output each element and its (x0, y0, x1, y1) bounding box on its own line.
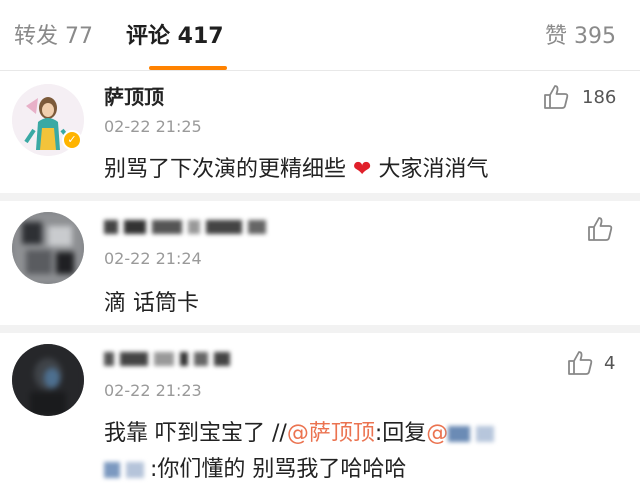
comment-username[interactable] (104, 213, 272, 237)
thumbs-up-icon (588, 217, 613, 241)
verified-badge-icon: ✓ (62, 130, 82, 150)
comment-text: 滴 话筒卡 (104, 291, 199, 316)
avatar[interactable] (12, 212, 84, 284)
like-button[interactable]: 4 (566, 349, 628, 379)
comment-username[interactable] (104, 345, 236, 369)
comment-tab-bar: 转发 77 评论 417 赞 395 (0, 0, 640, 70)
like-count: 186 (582, 87, 617, 108)
thumbs-up-icon (568, 351, 593, 375)
like-button[interactable] (586, 215, 626, 245)
like-button[interactable]: 186 (542, 83, 622, 113)
comment-text-part: 别骂了下次演的更精细些 (104, 157, 347, 182)
comment-time: 02-22 21:25 (104, 117, 202, 136)
comment-text: 别骂了下次演的更精细些 ❤ 大家消消气 (104, 151, 488, 183)
comment-time: 02-22 21:24 (104, 249, 202, 268)
comment-text-part: :回复 (374, 421, 427, 446)
comment-divider (0, 325, 640, 333)
comment-item: 02-22 21:23 我靠 吓到宝宝了 //@萨顶顶:回复@ :你们懂的 别骂… (0, 333, 640, 490)
comment-item: ✓ 萨顶顶 02-22 21:25 别骂了下次演的更精细些 ❤ 大家消消气 18… (0, 71, 640, 193)
comment-divider (0, 193, 640, 201)
comment-text-part: 大家消消气 (378, 157, 489, 182)
avatar[interactable] (12, 344, 84, 416)
comment-item: 02-22 21:24 滴 话筒卡 (0, 201, 640, 325)
comment-time: 02-22 21:23 (104, 381, 202, 400)
mention-link[interactable]: @萨顶顶 (287, 421, 375, 446)
comment-username[interactable]: 萨顶顶 (104, 81, 164, 110)
heart-emoji-icon: ❤ (353, 157, 372, 182)
comment-text-part: 我靠 吓到宝宝了 // (104, 421, 287, 446)
tab-comments[interactable]: 评论 417 (126, 18, 224, 50)
tab-repost[interactable]: 转发 77 (14, 18, 93, 50)
thumbs-up-icon (544, 85, 569, 109)
comment-text: 我靠 吓到宝宝了 //@萨顶顶:回复@ (104, 415, 500, 447)
like-count: 4 (604, 353, 616, 374)
text-fade-overlay (450, 451, 640, 481)
comment-text-part: :你们懂的 别骂我了哈哈哈 (150, 457, 407, 482)
mention-link[interactable]: @ (426, 421, 448, 446)
tab-likes[interactable]: 赞 395 (545, 18, 616, 50)
comment-text-line2: :你们懂的 别骂我了哈哈哈 (104, 451, 406, 483)
